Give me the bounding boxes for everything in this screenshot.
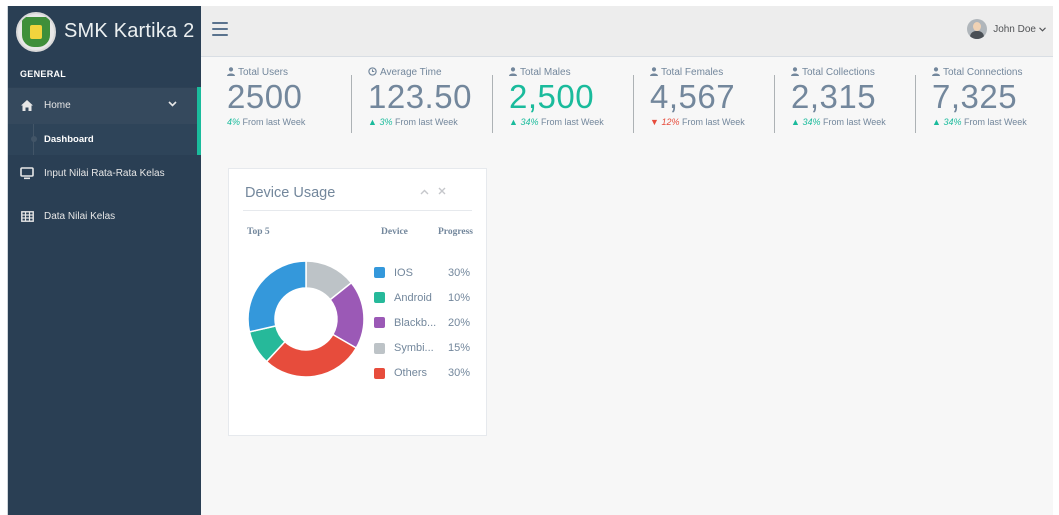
legend-swatch (374, 292, 385, 304)
sidebar-item-label: Dashboard (44, 134, 94, 145)
legend-item: Symbi... 15% (374, 336, 470, 361)
stat-total-connections: Total Connections 7,325 ▲ 34% From last We… (906, 57, 1047, 152)
sidebar: SMK Kartika 2 GENERAL Home Dashboard Inp… (8, 6, 201, 515)
sort-asc-icon: ▲ (509, 117, 518, 127)
stat-footnote: 4% From last Week (227, 117, 342, 127)
brand[interactable]: SMK Kartika 2 (8, 6, 201, 57)
legend-device-name: Symbi... (394, 342, 434, 355)
stat-value: 123.50 (368, 78, 472, 115)
collapse-icon[interactable] (420, 187, 429, 198)
chevron-down-icon (1039, 25, 1046, 34)
sidebar-item-home[interactable]: Home (8, 87, 201, 124)
device-usage-panel: Device Usage Top 5 Device Progress IOS 30… (228, 168, 487, 436)
stat-footnote: ▲ 34% From last Week (791, 117, 906, 127)
stat-value: 2,500 (509, 78, 595, 115)
bullet-icon (31, 136, 37, 142)
user-menu[interactable]: John Doe (967, 19, 1046, 39)
legend-swatch (374, 267, 385, 279)
stat-value: 2,315 (791, 78, 877, 115)
stat-suffix: From last Week (392, 117, 458, 127)
stat-percent: 12% (661, 117, 680, 127)
stat-footnote: ▲ 34% From last Week (509, 117, 624, 127)
stat-footnote: ▲ 34% From last Week (932, 117, 1047, 127)
stat-percent: 34% (943, 117, 962, 127)
stat-suffix: From last Week (679, 117, 745, 127)
header-progress: Progress (438, 227, 474, 237)
stat-suffix: From last Week (820, 117, 886, 127)
app-frame: SMK Kartika 2 GENERAL Home Dashboard Inp… (7, 6, 1053, 515)
divider (243, 210, 472, 211)
stat-suffix: From last Week (538, 117, 604, 127)
legend-percent: 15% (447, 342, 470, 355)
user-name: John Doe (993, 23, 1036, 35)
header-top: Top 5 (247, 227, 270, 237)
home-icon (20, 99, 34, 113)
legend-device-name: Blackb... (394, 316, 437, 329)
stat-total-users: Total Users 2500 4% From last Week (201, 57, 342, 152)
stat-value: 4,567 (650, 78, 736, 115)
sidebar-item-dashboard[interactable]: Dashboard (8, 124, 201, 155)
legend-swatch (374, 317, 385, 329)
menu-toggle-icon[interactable] (212, 22, 228, 36)
stat-footnote: ▲ 3% From last Week (368, 117, 483, 127)
legend-percent: 10% (447, 291, 470, 304)
legend-percent: 30% (447, 367, 470, 380)
sort-asc-icon: ▲ (791, 117, 800, 127)
sidebar-section-title: GENERAL (20, 69, 67, 79)
donut-slice-ios (247, 260, 307, 333)
legend-item: IOS 30% (374, 260, 470, 285)
legend-swatch (374, 342, 385, 354)
stat-percent: 3% (379, 117, 393, 127)
stat-percent: 34% (520, 117, 539, 127)
sidebar-item-label: Data Nilai Kelas (44, 211, 116, 222)
stat-total-males: Total Males 2,500 ▲ 34% From last Week (483, 57, 624, 152)
sidebar-item-label: Home (44, 100, 71, 111)
legend-item: Android 10% (374, 285, 470, 310)
legend-swatch (374, 367, 385, 379)
avatar (967, 19, 988, 39)
stat-suffix: From last Week (240, 117, 306, 127)
device-legend: IOS 30% Android 10% Blackb... 20% Symbi... 15% O… (374, 260, 470, 386)
legend-item: Blackb... 20% (374, 310, 470, 335)
sort-asc-icon: ▲ (368, 117, 377, 127)
stat-total-collections: Total Collections 2,315 ▲ 34% From last We… (765, 57, 906, 152)
header-device: Device (381, 227, 408, 237)
desktop-icon (20, 167, 34, 181)
stat-percent: 34% (802, 117, 821, 127)
stat-average-time: Average Time 123.50 ▲ 3% From last Week (342, 57, 483, 152)
stat-value: 7,325 (932, 78, 1018, 115)
table-icon (20, 210, 34, 224)
legend-percent: 30% (447, 266, 470, 279)
stat-suffix: From last Week (961, 117, 1027, 127)
legend-item: Others 30% (374, 361, 470, 386)
legend-percent: 20% (447, 316, 470, 329)
close-icon[interactable] (438, 187, 446, 198)
legend-device-name: Others (394, 367, 428, 380)
legend-device-name: Android (394, 291, 432, 304)
sidebar-item-label: Input Nilai Rata-Rata Kelas (44, 168, 165, 179)
sidebar-item-data-nilai[interactable]: Data Nilai Kelas (8, 198, 201, 235)
chevron-down-icon (168, 99, 177, 109)
stat-total-females: Total Females 4,567 ▼ 12% From last Week (624, 57, 765, 152)
sidebar-item-input-nilai[interactable]: Input Nilai Rata-Rata Kelas (8, 155, 201, 192)
sort-desc-icon: ▼ (650, 117, 659, 127)
stat-percent: 4% (227, 117, 241, 127)
school-logo (16, 11, 56, 52)
brand-title: SMK Kartika 2 (64, 20, 195, 42)
stat-footnote: ▼ 12% From last Week (650, 117, 765, 127)
legend-device-name: IOS (394, 266, 413, 279)
sort-asc-icon: ▲ (932, 117, 941, 127)
top-navigation: John Doe (201, 6, 1053, 57)
stat-value: 2500 (227, 78, 303, 115)
panel-title: Device Usage (245, 185, 336, 201)
stats-row: Total Users 2500 4% From last Week Average … (201, 57, 1053, 152)
device-donut-chart (247, 260, 365, 378)
